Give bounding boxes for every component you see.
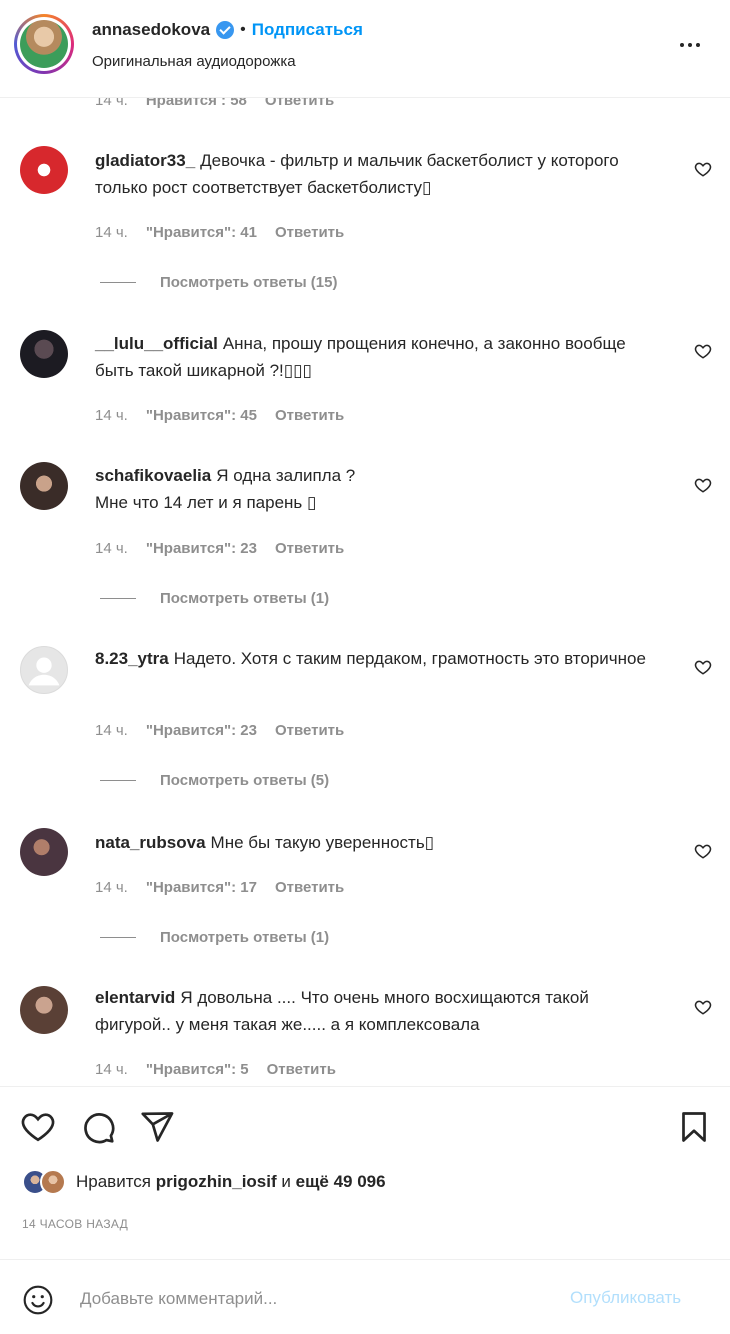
comment-reply-button[interactable]: Ответить — [265, 98, 334, 109]
comment-like-heart-icon[interactable] — [694, 160, 712, 178]
commenter-username[interactable]: 8.23_ytra — [95, 649, 169, 668]
comment-likes[interactable]: "Нравится": 45 — [146, 407, 257, 424]
comment-likes[interactable]: "Нравится": 23 — [146, 540, 257, 557]
verified-badge-icon — [216, 21, 235, 39]
comment-reply-button[interactable]: Ответить — [275, 407, 344, 424]
comment-like-heart-icon[interactable] — [694, 342, 712, 360]
audio-track-link[interactable]: Оригинальная аудиодорожка — [92, 53, 296, 70]
commenter-avatar[interactable] — [20, 146, 68, 194]
view-replies-button[interactable]: Посмотреть ответы (1) — [100, 590, 329, 607]
comment-time: 14 ч. — [95, 98, 128, 109]
view-replies-label: Посмотреть ответы (15) — [160, 274, 338, 291]
comment-text: Надето. Хотя с таким пердаком, грамотнос… — [173, 649, 646, 668]
comment-meta: 14 ч. "Нравится": 23 Ответить — [95, 540, 344, 557]
comment-like-heart-icon[interactable] — [694, 658, 712, 676]
post-header: annasedokova • Подписаться Оригинальная … — [0, 0, 730, 98]
commenter-username[interactable]: elentarvid — [95, 988, 175, 1007]
comment-body: gladiator33_ Девочка - фильтр и мальчик б… — [95, 147, 655, 201]
comment-meta: 14 ч. "Нравится": 41 Ответить — [95, 224, 344, 241]
comment-likes[interactable]: "Нравится": 5 — [146, 1061, 249, 1078]
comment-meta-partial: 14 ч. Нравится : 58 Ответить — [95, 98, 334, 109]
view-replies-label: Посмотреть ответы (1) — [160, 590, 330, 607]
comment-time: 14 ч. — [95, 224, 128, 241]
comment-like-heart-icon[interactable] — [694, 998, 712, 1016]
comment-icon[interactable] — [80, 1109, 116, 1145]
comment-reply-button[interactable]: Ответить — [275, 879, 344, 896]
comment-time: 14 ч. — [95, 1061, 128, 1078]
add-comment-bar: Опубликовать — [0, 1259, 730, 1334]
separator-dot: • — [240, 21, 246, 38]
comment-time: 14 ч. — [95, 879, 128, 896]
comment-reply-button[interactable]: Ответить — [275, 540, 344, 557]
view-replies-label: Посмотреть ответы (5) — [160, 772, 330, 789]
publish-button[interactable]: Опубликовать — [570, 1288, 681, 1308]
emoji-icon[interactable] — [22, 1284, 54, 1316]
comment-meta: 14 ч. "Нравится": 45 Ответить — [95, 407, 344, 424]
send-icon[interactable] — [139, 1109, 175, 1145]
view-replies-label: Посмотреть ответы (1) — [160, 929, 330, 946]
comment-time: 14 ч. — [95, 722, 128, 739]
comment-input[interactable] — [80, 1282, 550, 1316]
likes-prefix: Нравится — [76, 1172, 152, 1191]
liker-avatar[interactable] — [40, 1169, 66, 1195]
more-options-icon[interactable] — [680, 36, 706, 54]
bookmark-icon[interactable] — [676, 1109, 712, 1145]
comment-likes[interactable]: Нравится : 58 — [146, 98, 247, 109]
likes-count[interactable]: ещё 49 096 — [296, 1172, 386, 1191]
comment-text: Мне бы такую уверенность▯ — [210, 833, 435, 852]
author-username[interactable]: annasedokova — [92, 20, 210, 40]
commenter-avatar[interactable] — [20, 646, 68, 694]
default-avatar-icon — [28, 657, 60, 686]
commenter-avatar[interactable] — [20, 986, 68, 1034]
commenter-username[interactable]: gladiator33_ — [95, 151, 195, 170]
comment-likes[interactable]: "Нравится": 41 — [146, 224, 257, 241]
post-actions-panel: Нравится prigozhin_iosif и ещё 49 096 14… — [0, 1086, 730, 1334]
comment-time: 14 ч. — [95, 407, 128, 424]
author-avatar[interactable] — [14, 14, 74, 74]
comment-likes[interactable]: "Нравится": 23 — [146, 722, 257, 739]
view-replies-button[interactable]: Посмотреть ответы (15) — [100, 274, 337, 291]
heart-icon[interactable] — [20, 1109, 56, 1145]
post-timestamp[interactable]: 14 ЧАСОВ НАЗАД — [22, 1217, 128, 1231]
view-replies-button[interactable]: Посмотреть ответы (1) — [100, 929, 329, 946]
commenter-avatar[interactable] — [20, 462, 68, 510]
commenter-username[interactable]: schafikovaelia — [95, 466, 211, 485]
commenter-username[interactable]: __lulu__official — [95, 334, 218, 353]
comment-body: 8.23_ytra Надето. Хотя с таким пердаком, … — [95, 645, 655, 672]
subscribe-button[interactable]: Подписаться — [252, 20, 363, 40]
comment-time: 14 ч. — [95, 540, 128, 557]
commenter-avatar[interactable] — [20, 330, 68, 378]
comment-reply-button[interactable]: Ответить — [275, 722, 344, 739]
commenter-avatar[interactable] — [20, 828, 68, 876]
comment-reply-button[interactable]: Ответить — [267, 1061, 336, 1078]
comment-like-heart-icon[interactable] — [694, 842, 712, 860]
comment-like-heart-icon[interactable] — [694, 476, 712, 494]
comment-body: __lulu__official Анна, прошу прощения кон… — [95, 330, 655, 384]
view-replies-button[interactable]: Посмотреть ответы (5) — [100, 772, 329, 789]
comment-reply-button[interactable]: Ответить — [275, 224, 344, 241]
comment-body: nata_rubsova Мне бы такую уверенность▯ — [95, 829, 655, 856]
author-row: annasedokova • Подписаться — [92, 20, 363, 40]
comment-meta: 14 ч. "Нравится": 5 Ответить — [95, 1061, 336, 1078]
comments-list: 14 ч. Нравится : 58 Ответить gladiator33… — [0, 98, 730, 1086]
likes-conjunction: и — [281, 1172, 291, 1191]
comment-meta: 14 ч. "Нравится": 23 Ответить — [95, 722, 344, 739]
liker-username[interactable]: prigozhin_iosif — [156, 1172, 277, 1191]
comment-body: elentarvid Я довольна .... Что очень мног… — [95, 984, 655, 1038]
commenter-username[interactable]: nata_rubsova — [95, 833, 206, 852]
comment-meta: 14 ч. "Нравится": 17 Ответить — [95, 879, 344, 896]
likes-summary: Нравится prigozhin_iosif и ещё 49 096 — [22, 1169, 386, 1195]
comment-likes[interactable]: "Нравится": 17 — [146, 879, 257, 896]
likes-text: Нравится prigozhin_iosif и ещё 49 096 — [76, 1172, 386, 1192]
comment-body: schafikovaelia Я одна залипла ? Мне что 1… — [95, 462, 655, 516]
